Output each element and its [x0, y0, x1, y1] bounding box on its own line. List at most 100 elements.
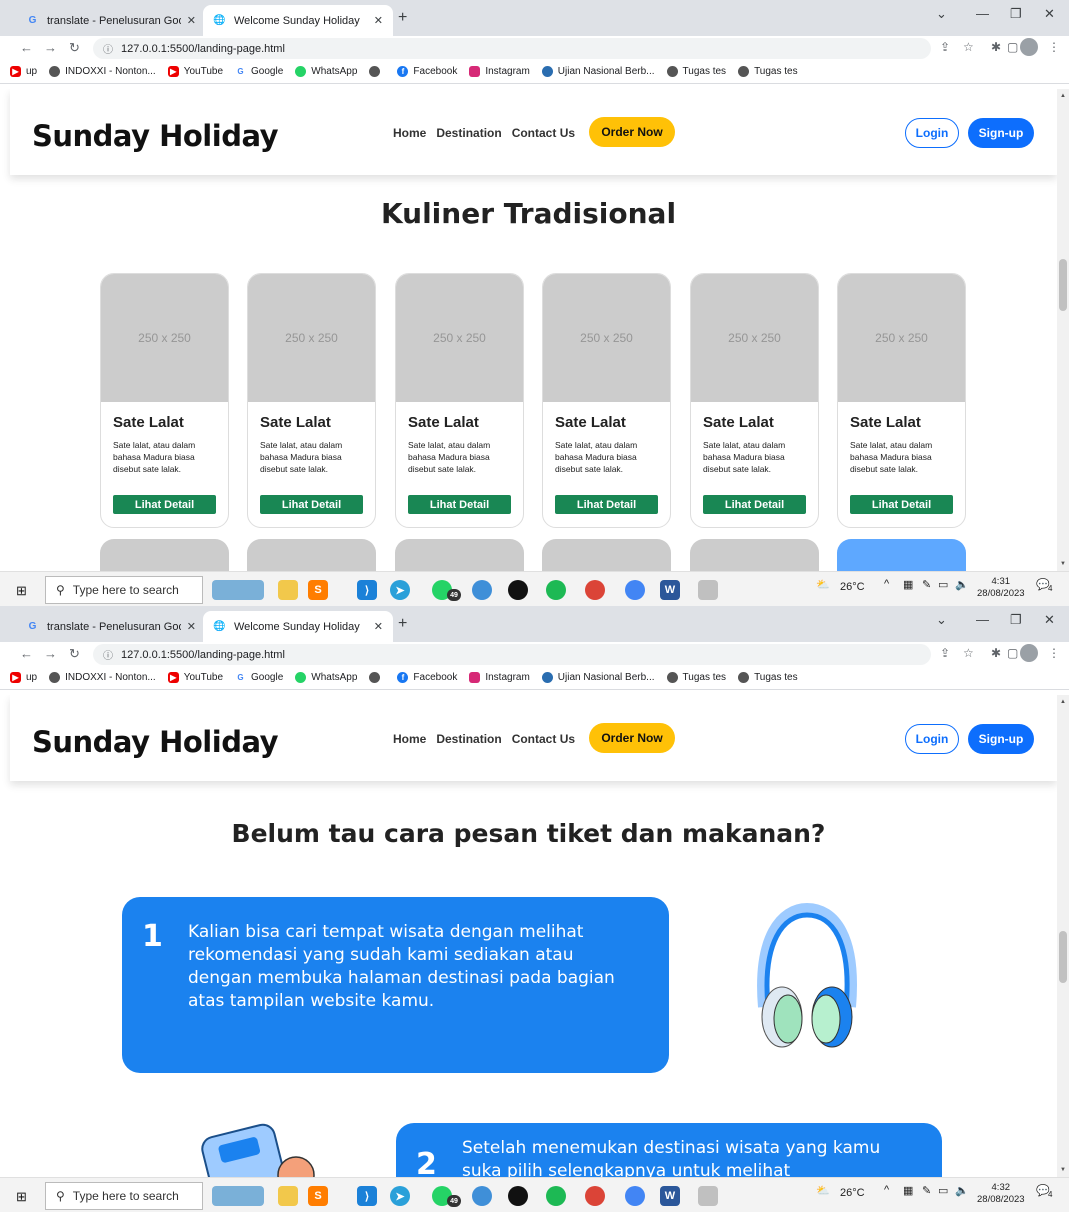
close-icon[interactable]: ✕ — [187, 14, 196, 27]
scroll-thumb[interactable] — [1059, 931, 1067, 983]
chrome-icon[interactable] — [585, 580, 605, 600]
battery-icon[interactable]: ▭ — [938, 1184, 948, 1197]
bookmark-whatsapp[interactable]: WhatsApp — [295, 672, 357, 683]
extensions-icon[interactable]: ✱ — [991, 40, 1001, 54]
weather-icon[interactable]: ⛅ — [816, 578, 830, 591]
url-input[interactable]: ⓘ 127.0.0.1:5500/landing-page.html — [93, 38, 931, 59]
app2-icon[interactable] — [698, 1186, 718, 1206]
info-icon[interactable]: ⓘ — [103, 647, 113, 662]
bookmark-tugas-1[interactable]: Tugas tes — [666, 66, 726, 77]
bookmark-youtube[interactable]: ▶ YouTube — [167, 672, 223, 683]
login-button[interactable]: Login — [905, 724, 959, 754]
bookmark-globe[interactable] — [369, 672, 385, 683]
bookmark-tugas-2[interactable]: Tugas tes — [738, 66, 798, 77]
sidepanel-icon[interactable]: ▢ — [1007, 40, 1018, 54]
scroll-down-icon[interactable]: ▼ — [1060, 1167, 1066, 1173]
weather-temp[interactable]: 26°C — [840, 581, 865, 593]
bookmark-ujian[interactable]: Ujian Nasional Berb... — [541, 672, 655, 683]
bookmark-instagram[interactable]: Instagram — [469, 672, 530, 683]
pen-icon[interactable]: ✎ — [922, 1184, 931, 1197]
taskbar-search[interactable]: ⚲ Type here to search — [45, 576, 203, 604]
detail-button[interactable]: Lihat Detail — [703, 495, 806, 514]
restore-icon[interactable]: ❐ — [1010, 612, 1022, 628]
scroll-thumb[interactable] — [1059, 259, 1067, 311]
detail-button[interactable]: Lihat Detail — [555, 495, 658, 514]
back-icon[interactable]: ← — [20, 40, 33, 55]
bookmark-instagram[interactable]: Instagram — [469, 66, 530, 77]
bookmark-whatsapp[interactable]: WhatsApp — [295, 66, 357, 77]
tray-overflow-icon[interactable]: ^ — [884, 578, 889, 590]
windows-start-icon[interactable]: ⊞ — [16, 1189, 27, 1205]
tab-google[interactable]: G translate - Penelusuran Google ✕ — [16, 611, 206, 642]
app2-icon[interactable] — [698, 580, 718, 600]
volume-icon[interactable]: 🔈 — [955, 1184, 969, 1197]
minimize-icon[interactable]: — — [976, 6, 989, 21]
menu-contact[interactable]: Contact Us — [512, 732, 575, 746]
close-icon[interactable]: ✕ — [374, 14, 383, 27]
sublime-icon[interactable]: S — [308, 1186, 328, 1206]
brand-logo[interactable]: Sunday Holiday — [32, 725, 279, 759]
chrome-profile-icon[interactable] — [625, 1186, 645, 1206]
tab-sunday-holiday[interactable]: 🌐 Welcome Sunday Holiday ✕ — [203, 5, 393, 36]
detail-button[interactable]: Lihat Detail — [850, 495, 953, 514]
tray-overflow-icon[interactable]: ^ — [884, 1184, 889, 1196]
reload-icon[interactable]: ↻ — [69, 646, 80, 662]
scroll-down-icon[interactable]: ▼ — [1060, 561, 1066, 567]
tab-sunday-holiday[interactable]: 🌐 Welcome Sunday Holiday ✕ — [203, 611, 393, 642]
order-now-button[interactable]: Order Now — [589, 723, 675, 753]
bookmark-globe[interactable] — [369, 66, 385, 77]
extensions-icon[interactable]: ✱ — [991, 646, 1001, 660]
word-icon[interactable]: W — [660, 580, 680, 600]
forward-icon[interactable]: → — [44, 40, 57, 55]
windows-start-icon[interactable]: ⊞ — [16, 583, 27, 599]
menu-icon[interactable]: ⋮ — [1048, 646, 1060, 660]
weather-temp[interactable]: 26°C — [840, 1187, 865, 1199]
new-tab-button[interactable]: + — [398, 615, 407, 633]
star-icon[interactable]: ☆ — [963, 40, 974, 54]
spotify-icon[interactable] — [546, 580, 566, 600]
telegram-icon[interactable]: ➤ — [390, 580, 410, 600]
info-icon[interactable]: ⓘ — [103, 41, 113, 56]
app-icon[interactable] — [472, 1186, 492, 1206]
login-button[interactable]: Login — [905, 118, 959, 148]
network-icon[interactable]: ▦ — [903, 1184, 913, 1197]
bookmark-up[interactable]: ▶ up — [10, 672, 37, 683]
volume-icon[interactable]: 🔈 — [955, 578, 969, 591]
clock[interactable]: 4:31 28/08/2023 — [977, 576, 1025, 600]
battery-icon[interactable]: ▭ — [938, 578, 948, 591]
signup-button[interactable]: Sign-up — [968, 724, 1034, 754]
new-tab-button[interactable]: + — [398, 9, 407, 27]
detail-button[interactable]: Lihat Detail — [408, 495, 511, 514]
menu-destination[interactable]: Destination — [436, 126, 501, 140]
xbox-icon[interactable] — [508, 580, 528, 600]
order-now-button[interactable]: Order Now — [589, 117, 675, 147]
menu-home[interactable]: Home — [393, 126, 426, 140]
taskbar-search[interactable]: ⚲ Type here to search — [45, 1182, 203, 1210]
vscode-icon[interactable]: ⟩ — [357, 580, 377, 600]
bookmark-indoxxi[interactable]: INDOXXI - Nonton... — [49, 672, 156, 683]
sublime-icon[interactable]: S — [308, 580, 328, 600]
vscode-icon[interactable]: ⟩ — [357, 1186, 377, 1206]
weather-icon[interactable]: ⛅ — [816, 1184, 830, 1197]
url-input[interactable]: ⓘ 127.0.0.1:5500/landing-page.html — [93, 644, 931, 665]
close-icon[interactable]: ✕ — [187, 620, 196, 633]
weather-widget-icon[interactable] — [212, 580, 264, 600]
close-window-icon[interactable]: ✕ — [1044, 612, 1055, 628]
bookmark-facebook[interactable]: f Facebook — [397, 66, 457, 77]
bookmark-ujian[interactable]: Ujian Nasional Berb... — [541, 66, 655, 77]
avatar[interactable] — [1020, 644, 1038, 662]
detail-button[interactable]: Lihat Detail — [113, 495, 216, 514]
share-icon[interactable]: ⇪ — [940, 646, 950, 660]
menu-contact[interactable]: Contact Us — [512, 126, 575, 140]
bookmark-google[interactable]: G Google — [235, 672, 283, 683]
file-explorer-icon[interactable] — [278, 580, 298, 600]
menu-home[interactable]: Home — [393, 732, 426, 746]
network-icon[interactable]: ▦ — [903, 578, 913, 591]
sidepanel-icon[interactable]: ▢ — [1007, 646, 1018, 660]
bookmark-up[interactable]: ▶ up — [10, 66, 37, 77]
spotify-icon[interactable] — [546, 1186, 566, 1206]
bookmark-tugas-1[interactable]: Tugas tes — [666, 672, 726, 683]
tab-google[interactable]: G translate - Penelusuran Google ✕ — [16, 5, 206, 36]
file-explorer-icon[interactable] — [278, 1186, 298, 1206]
clock[interactable]: 4:32 28/08/2023 — [977, 1182, 1025, 1206]
